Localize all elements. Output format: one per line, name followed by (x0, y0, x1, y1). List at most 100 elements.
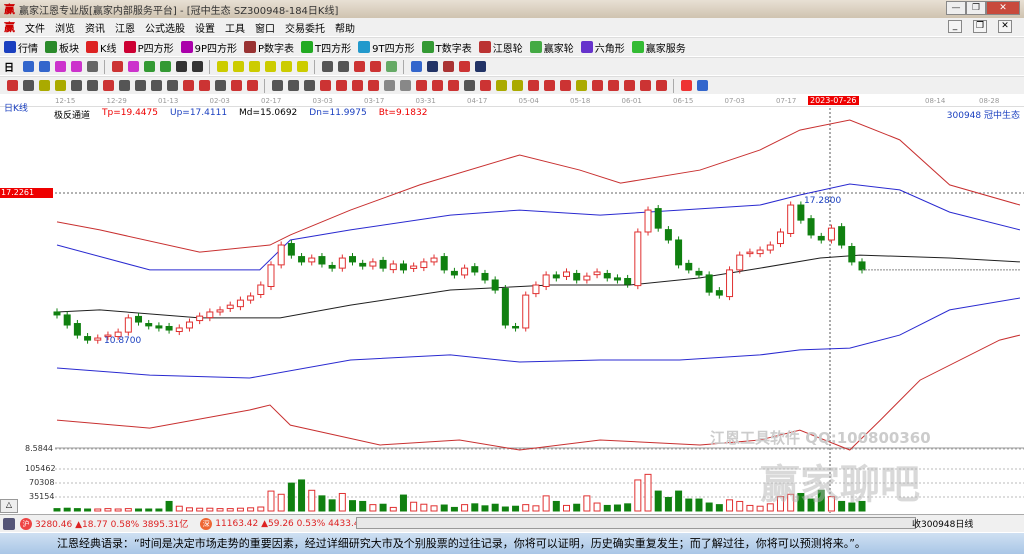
chart-tool-icon[interactable] (410, 61, 422, 72)
drawing-tool-icon[interactable] (367, 80, 379, 91)
drawing-tool-icon[interactable] (38, 80, 50, 91)
drawing-tool-icon[interactable] (86, 80, 98, 91)
drawing-tool-icon[interactable] (655, 80, 667, 91)
toolbar-button[interactable]: 赢家服务 (631, 40, 686, 55)
drawing-tool-icon[interactable] (415, 80, 427, 91)
chart-tool-icon[interactable] (369, 61, 381, 72)
chart-tool-icon[interactable] (216, 61, 228, 72)
drawing-tool-icon[interactable] (591, 80, 603, 91)
close-button[interactable]: ✕ (986, 1, 1020, 15)
chart-tool-icon[interactable] (143, 61, 155, 72)
toolbar-button[interactable]: T数字表 (421, 40, 472, 55)
menu-item[interactable]: 工具 (225, 20, 245, 35)
chart-tool-icon[interactable] (191, 61, 203, 72)
drawing-tool-icon[interactable] (118, 80, 130, 91)
toolbar-button[interactable]: 江恩轮 (478, 40, 523, 55)
chart-tool-icon[interactable] (175, 61, 187, 72)
menu-item[interactable]: 窗口 (255, 20, 275, 35)
chart-tool-icon[interactable] (22, 61, 34, 72)
chart-tool-icon[interactable] (474, 61, 486, 72)
drawing-tool-icon[interactable] (102, 80, 114, 91)
drawing-tool-icon[interactable] (575, 80, 587, 91)
drawing-tool-icon[interactable] (479, 80, 491, 91)
drawing-tool-icon[interactable] (230, 80, 242, 91)
drawing-tool-icon[interactable] (6, 80, 18, 91)
toolbar-button[interactable]: P四方形 (123, 40, 174, 55)
chart-tool-icon[interactable] (337, 61, 349, 72)
menu-item[interactable]: 浏览 (55, 20, 75, 35)
toolbar-button[interactable]: 六角形 (580, 40, 625, 55)
toolbar-button[interactable]: 行情 (4, 40, 38, 55)
mdi-minimize-button[interactable]: _ (948, 20, 962, 33)
drawing-tool-icon[interactable] (150, 80, 162, 91)
chart-tool-icon[interactable] (232, 61, 244, 72)
drawing-tool-icon[interactable] (319, 80, 331, 91)
period-selector[interactable]: 日 (4, 59, 14, 74)
toolbar-button[interactable]: 板块 (45, 40, 79, 55)
drawing-tool-icon[interactable] (495, 80, 507, 91)
drawing-tool-icon[interactable] (246, 80, 258, 91)
drawing-tool-icon[interactable] (54, 80, 66, 91)
chart-tool-icon[interactable] (321, 61, 333, 72)
chart-tool-icon[interactable] (111, 61, 123, 72)
drawing-tool-icon[interactable] (70, 80, 82, 91)
toolbar-button[interactable]: P数字表 (244, 40, 294, 55)
drawing-tool-icon[interactable] (351, 80, 363, 91)
drawing-tool-icon[interactable] (399, 80, 411, 91)
drawing-tool-icon[interactable] (696, 80, 708, 91)
mdi-restore-button[interactable]: ❐ (973, 20, 987, 33)
drawing-tool-icon[interactable] (527, 80, 539, 91)
chart-tool-icon[interactable] (353, 61, 365, 72)
drawing-tool-icon[interactable] (431, 80, 443, 91)
chart-tool-icon[interactable] (296, 61, 308, 72)
maximize-button[interactable]: ❐ (966, 1, 986, 15)
toolbar-button[interactable]: T四方形 (301, 40, 351, 55)
chart-tool-icon[interactable] (264, 61, 276, 72)
drawing-tool-icon[interactable] (303, 80, 315, 91)
menu-item[interactable]: 公式选股 (145, 20, 185, 35)
menu-item[interactable]: 设置 (195, 20, 215, 35)
chart-tool-icon[interactable] (70, 61, 82, 72)
drawing-tool-icon[interactable] (543, 80, 555, 91)
drawing-tool-icon[interactable] (134, 80, 146, 91)
drawing-tool-icon[interactable] (607, 80, 619, 91)
drawing-tool-icon[interactable] (335, 80, 347, 91)
drawing-tool-icon[interactable] (463, 80, 475, 91)
toolbar-button[interactable]: 9T四方形 (358, 40, 415, 55)
toolbar-button[interactable]: K线 (86, 40, 117, 55)
chart-tool-icon[interactable] (280, 61, 292, 72)
chart-tool-icon[interactable] (426, 61, 438, 72)
chart-tool-icon[interactable] (458, 61, 470, 72)
drawing-tool-icon[interactable] (623, 80, 635, 91)
menu-item[interactable]: 资讯 (85, 20, 105, 35)
drawing-tool-icon[interactable] (511, 80, 523, 91)
minimize-button[interactable]: — (946, 1, 966, 15)
drawing-tool-icon[interactable] (383, 80, 395, 91)
chart-tool-icon[interactable] (442, 61, 454, 72)
calculator-icon[interactable] (3, 517, 15, 530)
drawing-tool-icon[interactable] (22, 80, 34, 91)
menu-item[interactable]: 帮助 (335, 20, 355, 35)
drawing-tool-icon[interactable] (447, 80, 459, 91)
chart-tool-icon[interactable] (38, 61, 50, 72)
chart-tool-icon[interactable] (86, 61, 98, 72)
drawing-tool-icon[interactable] (271, 80, 283, 91)
mdi-close-button[interactable]: ✕ (998, 20, 1012, 33)
chart-tool-icon[interactable] (385, 61, 397, 72)
menu-item[interactable]: 文件 (25, 20, 45, 35)
chart-tool-icon[interactable] (127, 61, 139, 72)
drawing-tool-icon[interactable] (198, 80, 210, 91)
drawing-tool-icon[interactable] (214, 80, 226, 91)
drawing-tool-icon[interactable] (559, 80, 571, 91)
drawing-tool-icon[interactable] (182, 80, 194, 91)
toolbar-button[interactable]: 9P四方形 (180, 40, 237, 55)
chart-tool-icon[interactable] (159, 61, 171, 72)
horizontal-scrollbar[interactable] (356, 517, 916, 529)
menu-item[interactable]: 交易委托 (285, 20, 325, 35)
menu-item[interactable]: 江恩 (115, 20, 135, 35)
drawing-tool-icon[interactable] (680, 80, 692, 91)
chart-tool-icon[interactable] (54, 61, 66, 72)
drawing-tool-icon[interactable] (166, 80, 178, 91)
drawing-tool-icon[interactable] (287, 80, 299, 91)
drawing-tool-icon[interactable] (639, 80, 651, 91)
